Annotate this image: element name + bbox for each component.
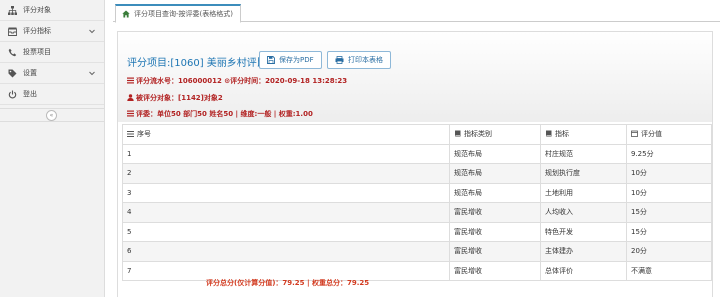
phone-icon xyxy=(7,47,17,57)
target-info: 被评分对象：[1142]对象2 xyxy=(127,93,223,103)
sidebar-item-label: 投票项目 xyxy=(23,48,51,56)
cell-score: 10分 xyxy=(626,163,712,184)
cell-indicator: 特色开发 xyxy=(540,221,627,242)
double-chevron-left-icon: « xyxy=(49,112,54,119)
user-icon xyxy=(127,94,134,103)
serial-text: 评分流水号：106000012 ⊙评分时间：2020-09-18 13:28:2… xyxy=(136,77,348,85)
cell-score: 不满意 xyxy=(626,260,712,281)
column-header-indicator[interactable]: 指标 xyxy=(540,124,627,145)
serial-info: 评分流水号：106000012 ⊙评分时间：2020-09-18 13:28:2… xyxy=(127,76,347,86)
file-icon xyxy=(631,130,638,139)
sitemap-icon xyxy=(7,5,17,15)
cell-category: 规范布局 xyxy=(449,143,541,164)
home-icon xyxy=(122,10,130,18)
cell-indicator: 村庄规范 xyxy=(540,143,627,164)
table-row: 1 规范布局 村庄规范 9.25分 xyxy=(122,143,712,164)
collapse-sidebar-button[interactable]: « xyxy=(46,110,57,121)
save-pdf-button[interactable]: 保存为PDF xyxy=(259,51,322,69)
table-row: 2 规范布局 规划执行度 10分 xyxy=(122,163,712,184)
chevron-down-icon xyxy=(88,69,96,77)
tab-bar: 评分项目查询-按评委(表格格式) xyxy=(113,0,720,23)
tab-label: 评分项目查询-按评委(表格格式) xyxy=(134,10,233,18)
cell-index: 4 xyxy=(122,202,450,223)
judge-text: 评委：单位50 部门50 姓名50 | 维度:一般 | 权重:1.00 xyxy=(136,110,313,118)
inbox-icon xyxy=(7,26,17,36)
sidebar-item-vote-projects[interactable]: 投票项目 xyxy=(0,42,104,63)
column-header-index[interactable]: 序号 xyxy=(122,124,450,145)
cell-indicator: 总体评价 xyxy=(540,260,627,281)
tag-icon xyxy=(7,68,17,78)
cell-indicator: 主体建办 xyxy=(540,241,627,262)
sidebar-item-label: 评分指标 xyxy=(23,27,51,35)
print-table-button[interactable]: 打印本表格 xyxy=(327,51,391,69)
cell-score: 20分 xyxy=(626,241,712,262)
score-table: 序号 指标类别 指标 评分值 1 规范布局 村庄规范 9.25分 2 规范布局 … xyxy=(122,124,712,281)
cell-indicator: 土地利用 xyxy=(540,182,627,203)
cell-category: 富民增收 xyxy=(449,241,541,262)
app: 评分对象 评分指标 投票项目 设置 登出 « 评分项目查询-按评委(表格格式) … xyxy=(0,0,720,297)
sidebar-item-label: 登出 xyxy=(23,90,37,98)
sidebar-item-settings[interactable]: 设置 xyxy=(0,63,104,84)
cell-index: 1 xyxy=(122,143,450,164)
list-icon xyxy=(127,110,134,119)
sidebar-item-score-indicators[interactable]: 评分指标 xyxy=(0,21,104,42)
judge-info: 评委：单位50 部门50 姓名50 | 维度:一般 | 权重:1.00 xyxy=(127,109,313,119)
tab-score-query[interactable]: 评分项目查询-按评委(表格格式) xyxy=(115,4,241,23)
cell-index: 6 xyxy=(122,241,450,262)
cell-index: 2 xyxy=(122,163,450,184)
power-icon xyxy=(7,89,17,99)
sidebar: 评分对象 评分指标 投票项目 设置 登出 « xyxy=(0,0,105,297)
cell-category: 富民增收 xyxy=(449,260,541,281)
list-icon xyxy=(127,131,134,139)
cell-index: 3 xyxy=(122,182,450,203)
cell-category: 富民增收 xyxy=(449,221,541,242)
save-pdf-label: 保存为PDF xyxy=(279,56,314,64)
sidebar-collapse-bar: « xyxy=(0,108,105,122)
score-total: 评分总分(仅计算分值)：79.25 | 权重总分：79.25 xyxy=(206,279,370,287)
cell-indicator: 人均收入 xyxy=(540,202,627,223)
list-icon xyxy=(127,77,134,86)
target-text: 被评分对象：[1142]对象2 xyxy=(136,94,223,102)
print-label: 打印本表格 xyxy=(348,56,383,64)
sidebar-item-score-objects[interactable]: 评分对象 xyxy=(0,0,104,21)
sidebar-item-label: 评分对象 xyxy=(23,6,51,14)
book-icon xyxy=(545,130,552,139)
cell-score: 9.25分 xyxy=(626,143,712,164)
report-header: 评分项目:[1060] 美丽乡村评比 保存为PDF 打印本表格 评分流水号：10… xyxy=(118,32,712,122)
cell-score: 15分 xyxy=(626,221,712,242)
book-icon xyxy=(454,130,461,139)
save-icon xyxy=(267,56,275,64)
cell-category: 规范布局 xyxy=(449,163,541,184)
table-row: 4 富民增收 人均收入 15分 xyxy=(122,202,712,223)
cell-category: 规范布局 xyxy=(449,182,541,203)
table-header-row: 序号 指标类别 指标 评分值 xyxy=(122,124,712,145)
cell-score: 15分 xyxy=(626,202,712,223)
column-header-score[interactable]: 评分值 xyxy=(626,124,712,145)
sidebar-item-logout[interactable]: 登出 xyxy=(0,84,104,105)
report-panel: 评分项目:[1060] 美丽乡村评比 保存为PDF 打印本表格 评分流水号：10… xyxy=(117,31,713,297)
table-row: 5 富民增收 特色开发 15分 xyxy=(122,221,712,242)
chevron-down-icon xyxy=(88,27,96,35)
table-row: 6 富民增收 主体建办 20分 xyxy=(122,241,712,262)
page-title: 评分项目:[1060] 美丽乡村评比 xyxy=(127,58,267,69)
cell-index: 5 xyxy=(122,221,450,242)
print-icon xyxy=(335,56,344,64)
column-header-category[interactable]: 指标类别 xyxy=(449,124,541,145)
sidebar-item-label: 设置 xyxy=(23,69,37,77)
cell-score: 10分 xyxy=(626,182,712,203)
cell-indicator: 规划执行度 xyxy=(540,163,627,184)
table-row: 3 规范布局 土地利用 10分 xyxy=(122,182,712,203)
cell-category: 富民增收 xyxy=(449,202,541,223)
